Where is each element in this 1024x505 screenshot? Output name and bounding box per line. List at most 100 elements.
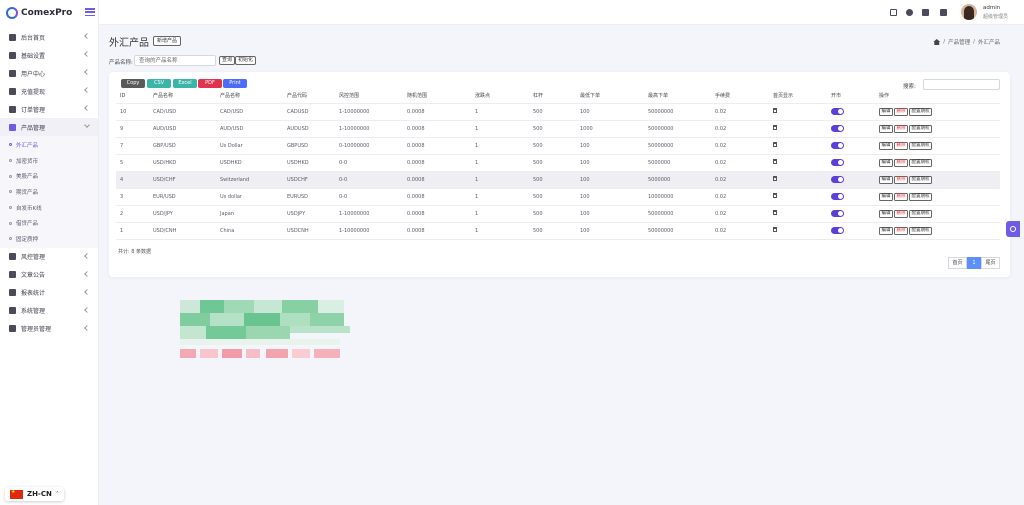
sidebar-item-users[interactable]: 用户中心 [0,64,98,82]
submenu-item-crypto[interactable]: 加密货币 [0,153,98,169]
last-page-button[interactable]: 尾页 [981,257,1000,269]
trash-icon[interactable] [773,193,777,198]
trash-icon[interactable] [773,227,777,232]
trash-icon[interactable] [773,210,777,215]
page-1-button[interactable]: 1 [967,257,981,269]
trash-icon[interactable] [773,159,777,164]
edit-button[interactable]: 编辑 [879,158,893,167]
config-options-button[interactable]: 配置期权 [909,141,932,150]
market-open-toggle[interactable] [831,159,844,166]
config-options-button[interactable]: 配置期权 [909,175,932,184]
delete-button[interactable]: 删除 [894,192,908,201]
delete-button[interactable]: 删除 [894,107,908,116]
pdf-button[interactable]: PDF [198,79,222,88]
column-header[interactable]: 最低下单 [576,89,644,104]
submenu-item-us-stocks[interactable]: 美股产品 [0,168,98,184]
edit-button[interactable]: 编辑 [879,107,893,116]
edit-button[interactable]: 编辑 [879,175,893,184]
config-options-button[interactable]: 配置期权 [909,209,932,218]
sidebar-item-risk[interactable]: 风控管理 [0,248,98,266]
market-open-toggle[interactable] [831,142,844,149]
breadcrumb: / 产品管理 / 外汇产品 [933,38,1000,46]
first-page-button[interactable]: 首页 [948,257,967,269]
language-selector[interactable]: ZH-CN ˄ [5,487,64,501]
delete-button[interactable]: 删除 [894,141,908,150]
config-options-button[interactable]: 配置期权 [909,158,932,167]
edit-button[interactable]: 编辑 [879,192,893,201]
home-icon[interactable] [933,39,941,45]
table-cell: 5000000 [644,171,711,189]
column-header[interactable]: 随机范围 [403,89,471,104]
column-header[interactable]: 产品代码 [283,89,335,104]
delete-button[interactable]: 删除 [894,124,908,133]
market-open-toggle[interactable] [831,125,844,132]
column-header[interactable]: 产品名称 [216,89,283,104]
sidebar-item-settings[interactable]: 基础设置 [0,46,98,64]
edit-button[interactable]: 编辑 [879,124,893,133]
excel-button[interactable]: Excel [173,79,197,88]
submenu-item-futures[interactable]: 期货产品 [0,184,98,200]
column-header[interactable]: 产品名称 [149,89,216,104]
submenu-item-forex[interactable]: 外汇产品 [0,137,98,153]
column-header[interactable]: 手续费 [711,89,769,104]
fullscreen-icon[interactable] [890,9,897,16]
edit-button[interactable]: 编辑 [879,141,893,150]
column-header[interactable]: 风控范围 [335,89,403,104]
sidebar-item-system[interactable]: 系统管理 [0,302,98,320]
config-options-button[interactable]: 配置期权 [909,192,932,201]
add-product-button[interactable]: 新增产品 [153,36,182,46]
breadcrumb-item-products[interactable]: 产品管理 [948,38,970,46]
copy-button[interactable]: Copy [121,79,145,88]
market-open-toggle[interactable] [831,176,844,183]
trash-icon[interactable] [773,125,777,130]
table-cell: 500 [529,171,576,189]
market-open-toggle[interactable] [831,227,844,234]
sidebar-item-deposit[interactable]: 充值提现 [0,82,98,100]
table-row: 5 USD/HKD USDHKD USDHKD 0-0 0.0008 1 500 100 5000… [116,154,1000,172]
column-header[interactable]: ID [116,89,149,104]
sidebar-item-products[interactable]: 产品管理 [0,118,98,136]
trash-icon[interactable] [773,108,777,113]
avatar[interactable] [961,4,977,20]
table-cell: 1000 [576,120,644,138]
column-header[interactable]: 杠杆 [529,89,576,104]
submenu-item-staking[interactable]: 固定质押 [0,231,98,247]
query-button[interactable]: 查询 [219,56,236,65]
sidebar-item-admins[interactable]: 管理员管理 [0,320,98,338]
moon-icon[interactable] [906,9,913,16]
menu-toggle-icon[interactable] [85,7,95,17]
delete-button[interactable]: 删除 [894,175,908,184]
market-open-toggle[interactable] [831,108,844,115]
market-open-toggle[interactable] [831,193,844,200]
column-header[interactable]: 首页显示 [769,89,827,104]
column-header[interactable]: 最高下单 [644,89,711,104]
submenu-item-kline[interactable]: 自发币K线 [0,200,98,216]
delete-button[interactable]: 删除 [894,226,908,235]
submenu-item-lending[interactable]: 借贷产品 [0,215,98,231]
product-name-input[interactable] [134,55,216,66]
column-header[interactable]: 涨跌点 [471,89,529,104]
sidebar-item-reports[interactable]: 报表统计 [0,284,98,302]
edit-button[interactable]: 编辑 [879,226,893,235]
settings-gear-icon[interactable] [1006,221,1020,237]
config-options-button[interactable]: 配置期权 [909,226,932,235]
reset-button[interactable]: 初始化 [235,56,257,65]
print-button[interactable]: Print [223,79,247,88]
config-options-button[interactable]: 配置期权 [909,107,932,116]
trash-icon[interactable] [773,142,777,147]
delete-button[interactable]: 删除 [894,158,908,167]
submenu-label: 期货产品 [16,189,39,196]
table-cell: 100 [576,188,644,206]
config-options-button[interactable]: 配置期权 [909,124,932,133]
sidebar-item-articles[interactable]: 文章公告 [0,266,98,284]
column-header[interactable]: 开市 [827,89,875,104]
chat-icon[interactable] [940,9,947,16]
trash-icon[interactable] [773,176,777,181]
sidebar-item-orders[interactable]: 订单管理 [0,100,98,118]
csv-button[interactable]: CSV [147,79,171,88]
edit-button[interactable]: 编辑 [879,209,893,218]
sidebar-item-dashboard[interactable]: 后台首页 [0,28,98,46]
delete-button[interactable]: 删除 [894,209,908,218]
message-icon[interactable] [922,9,929,16]
market-open-toggle[interactable] [831,210,844,217]
